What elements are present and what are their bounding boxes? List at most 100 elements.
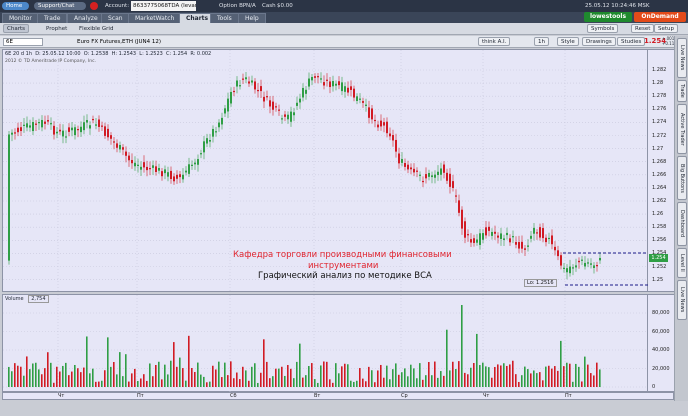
think-ai-button[interactable]: think A.I. [478, 37, 511, 46]
candle-body [575, 265, 577, 268]
volume-bar [416, 378, 418, 387]
datetime-display: 25.05.12 10:24:46 MSK [585, 3, 650, 9]
volume-bar [302, 377, 304, 387]
account-label: Account: [105, 3, 130, 9]
volume-bar [239, 379, 241, 387]
price-tick-label: 1.252 [652, 263, 667, 270]
cash-value: $0.00 [277, 3, 293, 9]
ohlc-close: C: 1.254 [166, 51, 188, 57]
sidetab-big-buttons[interactable]: Big Buttons [677, 156, 687, 200]
volume-tick-label: 60,000 [652, 328, 670, 335]
volume-bar [374, 382, 376, 387]
tab-trade[interactable]: Trade [37, 13, 68, 23]
volume-bar [458, 361, 460, 387]
sidetab-trade[interactable]: Trade [677, 80, 687, 102]
candle-body [146, 166, 148, 171]
symbols-button[interactable]: Symbols [587, 24, 619, 33]
tab-help[interactable]: Help [238, 13, 266, 23]
support-chat-button[interactable]: Support/Chat [34, 2, 86, 10]
account-select[interactable]: 8633775068TDA (Ievanina) [131, 1, 196, 11]
volume-axis[interactable]: 80,000 60,000 40,000 20,000 0 [648, 294, 674, 392]
volume-bar [308, 366, 310, 387]
option-bp-value: N/A [246, 3, 256, 9]
volume-bar [500, 365, 502, 387]
volume-bar [113, 362, 115, 387]
price-pane[interactable]: 6E 20 d 1h D: 25.05.12 10:00 O: 1.2538 H… [2, 49, 649, 293]
candle-body [338, 81, 340, 86]
tab-analyze[interactable]: Analyze [67, 13, 105, 23]
candle-body [311, 76, 313, 81]
studies-button[interactable]: Studies [617, 37, 646, 46]
candle-body [383, 122, 385, 126]
date-axis[interactable]: Чт Пт Сб Вт Ср Чт Пт [2, 392, 674, 400]
candle-body [194, 162, 196, 165]
annotation-red-line1: Кафедра торговли производными финансовым… [233, 250, 452, 260]
volume-bar [347, 364, 349, 387]
sidetab-level-ii[interactable]: Level II [677, 248, 687, 278]
candle-body [443, 164, 445, 173]
drawings-button[interactable]: Drawings [582, 37, 616, 46]
volume-bar [449, 370, 451, 387]
candle-body [209, 140, 211, 142]
candle-body [47, 120, 49, 122]
candle-body [281, 118, 283, 120]
candle-body [485, 227, 487, 236]
flexible-grid-subtab[interactable]: Flexible Grid [79, 25, 113, 33]
volume-bar [494, 366, 496, 387]
volume-bar [485, 366, 487, 387]
volume-bar [95, 381, 97, 387]
candle-body [488, 226, 490, 231]
volume-bar [461, 305, 463, 387]
candle-body [59, 129, 61, 132]
sidetab-active-trader[interactable]: Active Trader [677, 104, 687, 154]
record-icon[interactable] [90, 2, 98, 10]
volume-bar [230, 361, 232, 387]
tab-tools[interactable]: Tools [210, 13, 239, 23]
tab-scan[interactable]: Scan [101, 13, 130, 23]
home-button[interactable]: Home [2, 2, 29, 10]
candle-body [110, 135, 112, 139]
candle-body [14, 132, 16, 134]
charts-subtab[interactable]: Charts [3, 24, 29, 33]
thinkorswim-logo[interactable]: lowestools [584, 12, 632, 22]
candle-body [173, 176, 175, 182]
tab-monitor[interactable]: Monitor [2, 13, 39, 23]
reset-button[interactable]: Reset [631, 24, 655, 33]
sidetab-live-news-2[interactable]: Live News [677, 280, 687, 320]
candle-body [542, 228, 544, 239]
candle-body [578, 260, 580, 263]
volume-bar [164, 364, 166, 387]
setup-button[interactable]: Setup [654, 24, 679, 33]
volume-bar [227, 375, 229, 387]
candle-body [263, 96, 265, 102]
aggregation-button[interactable]: 1h [534, 37, 549, 46]
candle-body [404, 163, 406, 167]
volume-bar [98, 381, 100, 387]
candle-body [206, 138, 208, 144]
style-button[interactable]: Style [557, 37, 579, 46]
volume-bar [431, 375, 433, 387]
ondemand-button[interactable]: OnDemand [634, 12, 686, 22]
candle-body [122, 147, 124, 150]
volume-bar [128, 381, 130, 387]
candle-body [230, 91, 232, 104]
symbol-input[interactable]: 6E [3, 38, 43, 46]
candle-body [287, 114, 289, 120]
volume-bar [155, 364, 157, 387]
candle-body [380, 120, 382, 127]
candle-body [401, 159, 403, 163]
volume-bar [536, 373, 538, 387]
tab-marketwatch[interactable]: MarketWatch [128, 13, 182, 23]
candle-body [248, 81, 250, 84]
volume-pane[interactable]: Volume 2,754 [2, 294, 649, 393]
sidetab-live-news[interactable]: Live News [677, 38, 687, 78]
volume-bar [401, 372, 403, 387]
volume-bar [362, 378, 364, 387]
chart-subbar: Charts Prophet Flexible Grid Symbols Res… [0, 23, 688, 35]
volume-bar [518, 381, 520, 387]
sidetab-dashboard[interactable]: Dashboard [677, 202, 687, 246]
candle-body [539, 227, 541, 238]
volume-bar [359, 368, 361, 387]
volume-bar [587, 364, 589, 387]
prophet-subtab[interactable]: Prophet [46, 25, 67, 33]
